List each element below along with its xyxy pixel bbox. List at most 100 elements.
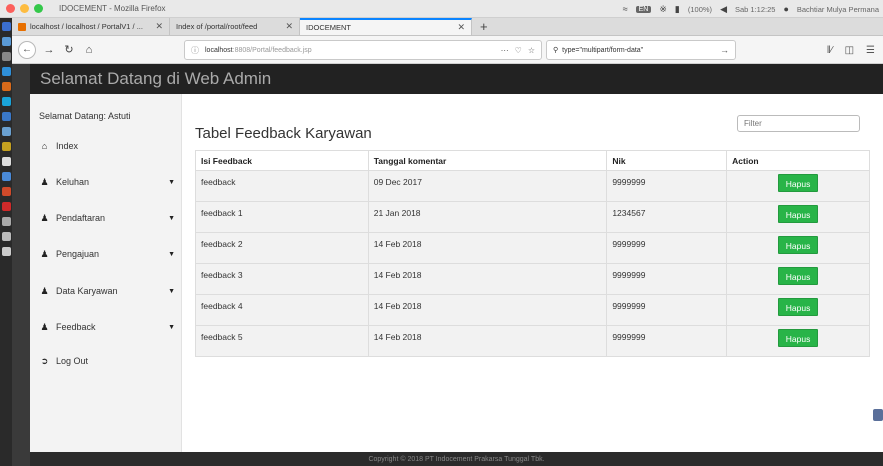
page-actions-icon[interactable]: ⋯ <box>501 46 509 55</box>
search-input-value[interactable]: type="multipart/form-data" <box>562 47 643 54</box>
bookmark-star-icon[interactable]: ☆ <box>528 46 535 55</box>
hapus-button[interactable]: Hapus <box>778 267 819 285</box>
dock-app-icon[interactable] <box>1 127 11 136</box>
clock[interactable]: Sab 1:12:25 <box>735 5 775 14</box>
hapus-button[interactable]: Hapus <box>778 236 819 254</box>
cell-tanggal: 14 Feb 2018 <box>367 263 608 295</box>
dock-app-icon[interactable] <box>1 142 11 151</box>
sidebar-item-label: Pengajuan <box>56 249 100 259</box>
sidebar-toggle-icon[interactable]: ◫ <box>845 45 854 56</box>
page-title: Selamat Datang di Web Admin <box>30 64 883 94</box>
user-name[interactable]: Bachtiar Mulya Permana <box>797 5 879 14</box>
column-header: Isi Feedback <box>195 150 369 171</box>
apple-icon[interactable]: ● <box>783 4 788 14</box>
dock-app-icon[interactable] <box>1 187 11 196</box>
cell-tanggal: 14 Feb 2018 <box>367 232 608 264</box>
sidebar-item-logout[interactable]: ➲ Log Out <box>39 353 175 369</box>
users-icon: ♟ <box>40 321 49 332</box>
users-icon: ♟ <box>40 176 49 187</box>
sidebar-item-label: Data Karyawan <box>56 286 118 296</box>
sidebar-item-data-karyawan[interactable]: ♟ Data Karyawan ▼ <box>39 283 175 299</box>
phpmyadmin-favicon-icon <box>18 22 26 31</box>
cell-tanggal: 09 Dec 2017 <box>367 170 608 202</box>
search-go-icon[interactable]: → <box>720 45 729 55</box>
close-tab-icon[interactable]: ✕ <box>449 22 465 33</box>
browser-nav-bar: ← → ↻ ⌂ ⓘ localhost :8808/Portal/feedbac… <box>12 36 883 64</box>
library-icon[interactable]: ‖∕ <box>827 45 833 56</box>
hamburger-menu-icon[interactable]: ☰ <box>866 45 875 56</box>
hapus-button[interactable]: Hapus <box>778 298 819 316</box>
close-tab-icon[interactable]: ✕ <box>277 21 293 32</box>
dock-app-icon[interactable] <box>1 172 11 181</box>
footer: Copyright © 2018 PT Indocement Prakarsa … <box>30 452 883 466</box>
tab-phpmyadmin[interactable]: localhost / localhost / PortalV1 / ... ✕ <box>12 18 170 35</box>
dock-app-icon[interactable] <box>1 97 11 106</box>
dock-app-icon[interactable] <box>1 22 11 31</box>
cell-isi: feedback 2 <box>195 232 369 264</box>
cell-nik: 9999999 <box>606 294 728 326</box>
tab-index-of-feed[interactable]: Index of /portal/root/feed ✕ <box>170 18 300 35</box>
close-tab-icon[interactable]: ✕ <box>147 21 163 32</box>
reload-button[interactable]: ↻ <box>62 43 76 56</box>
close-window-button[interactable] <box>6 4 15 13</box>
users-icon: ♟ <box>40 212 49 223</box>
url-bar[interactable]: ⓘ localhost :8808/Portal/feedback.jsp ⋯ … <box>184 40 542 60</box>
volume-icon[interactable]: ◀ <box>720 4 727 15</box>
column-header: Action <box>726 150 870 171</box>
home-button[interactable]: ⌂ <box>82 44 96 56</box>
sidebar-item-pengajuan[interactable]: ♟ Pengajuan ▼ <box>39 246 175 262</box>
new-tab-button[interactable]: + <box>472 18 496 35</box>
zoom-window-button[interactable] <box>34 4 43 13</box>
cell-tanggal: 21 Jan 2018 <box>367 201 608 233</box>
filter-input[interactable] <box>737 115 860 132</box>
cell-action: Hapus <box>726 232 870 264</box>
dock-app-icon[interactable] <box>1 112 11 121</box>
sidebar-item-pendaftaran[interactable]: ♟ Pendaftaran ▼ <box>39 210 175 226</box>
cell-nik: 9999999 <box>606 232 728 264</box>
dock-app-icon[interactable] <box>1 82 11 91</box>
pocket-icon[interactable]: ♡ <box>515 46 522 55</box>
cell-isi: feedback 1 <box>195 201 369 233</box>
dock-app-icon[interactable] <box>1 232 11 241</box>
table-row: feedback 5 14 Feb 2018 9999999 Hapus <box>195 325 870 357</box>
sidebar-item-keluhan[interactable]: ♟ Keluhan ▼ <box>39 174 175 190</box>
dock-app-icon[interactable] <box>1 37 11 46</box>
sidebar-item-feedback[interactable]: ♟ Feedback ▼ <box>39 319 175 335</box>
users-icon: ♟ <box>40 285 49 296</box>
dock-app-icon[interactable] <box>1 217 11 226</box>
hapus-button[interactable]: Hapus <box>778 205 819 223</box>
cell-isi: feedback 3 <box>195 263 369 295</box>
caret-down-icon: ▼ <box>168 287 175 295</box>
dock-app-icon[interactable] <box>1 202 11 211</box>
back-button[interactable]: ← <box>18 40 36 59</box>
cell-nik: 9999999 <box>606 263 728 295</box>
browser-tab-strip: localhost / localhost / PortalV1 / ... ✕… <box>12 18 883 36</box>
wifi-icon[interactable]: ≈ <box>623 4 628 14</box>
hapus-button[interactable]: Hapus <box>778 174 819 192</box>
tab-label: Index of /portal/root/feed <box>176 22 258 31</box>
caret-down-icon: ▼ <box>168 214 175 222</box>
forward-button[interactable]: → <box>42 44 56 56</box>
minimize-window-button[interactable] <box>20 4 29 13</box>
hapus-button[interactable]: Hapus <box>778 329 819 347</box>
dock-app-icon[interactable] <box>1 247 11 256</box>
scroll-to-top-icon[interactable] <box>873 409 883 421</box>
table-header-row: Isi Feedback Tanggal komentar Nik Action <box>195 150 870 171</box>
dock-app-icon[interactable] <box>1 67 11 76</box>
input-language-badge[interactable]: EN <box>635 5 652 13</box>
table-row: feedback 3 14 Feb 2018 9999999 Hapus <box>195 263 870 295</box>
toolbar-right: ‖∕ ◫ ☰ <box>827 40 875 60</box>
info-icon[interactable]: ⓘ <box>191 45 199 56</box>
sidebar-item-index[interactable]: ⌂ Index <box>39 138 175 154</box>
battery-icon[interactable]: ▮ <box>675 4 680 15</box>
cell-action: Hapus <box>726 263 870 295</box>
dock-app-icon[interactable] <box>1 157 11 166</box>
cell-action: Hapus <box>726 325 870 357</box>
tab-idocement[interactable]: IDOCEMENT ✕ <box>300 18 472 35</box>
dock <box>0 18 12 466</box>
sidebar-item-label: Keluhan <box>56 177 90 187</box>
bluetooth-icon[interactable]: ※ <box>659 4 667 15</box>
column-header: Tanggal komentar <box>367 150 608 171</box>
dock-app-icon[interactable] <box>1 52 11 61</box>
search-bar[interactable]: ⚲ type="multipart/form-data" → <box>546 40 736 60</box>
